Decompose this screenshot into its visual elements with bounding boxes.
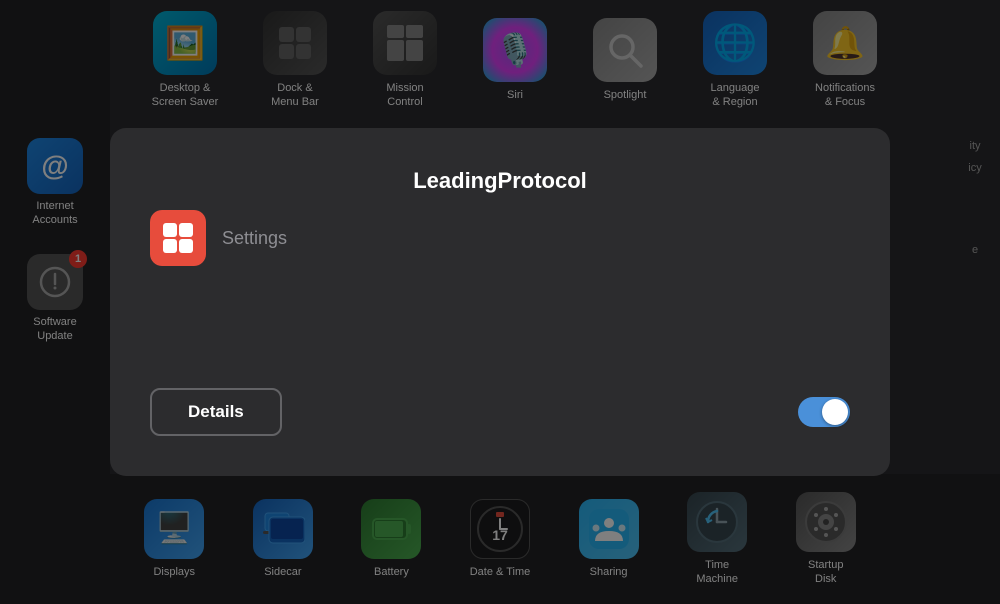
toggle-knob bbox=[822, 399, 848, 425]
modal-title: LeadingProtocol bbox=[150, 168, 850, 194]
modal-content-row: Settings bbox=[150, 210, 850, 266]
modal-app-icon bbox=[150, 210, 206, 266]
modal-overlay: LeadingProtocol Settings Details bbox=[0, 0, 1000, 604]
modal-spacer bbox=[150, 282, 850, 362]
modal-toggle[interactable] bbox=[798, 397, 850, 427]
details-button[interactable]: Details bbox=[150, 388, 282, 436]
modal-dialog: LeadingProtocol Settings Details bbox=[110, 128, 890, 476]
modal-footer: Details bbox=[150, 388, 850, 436]
modal-subtitle: Settings bbox=[222, 228, 287, 249]
